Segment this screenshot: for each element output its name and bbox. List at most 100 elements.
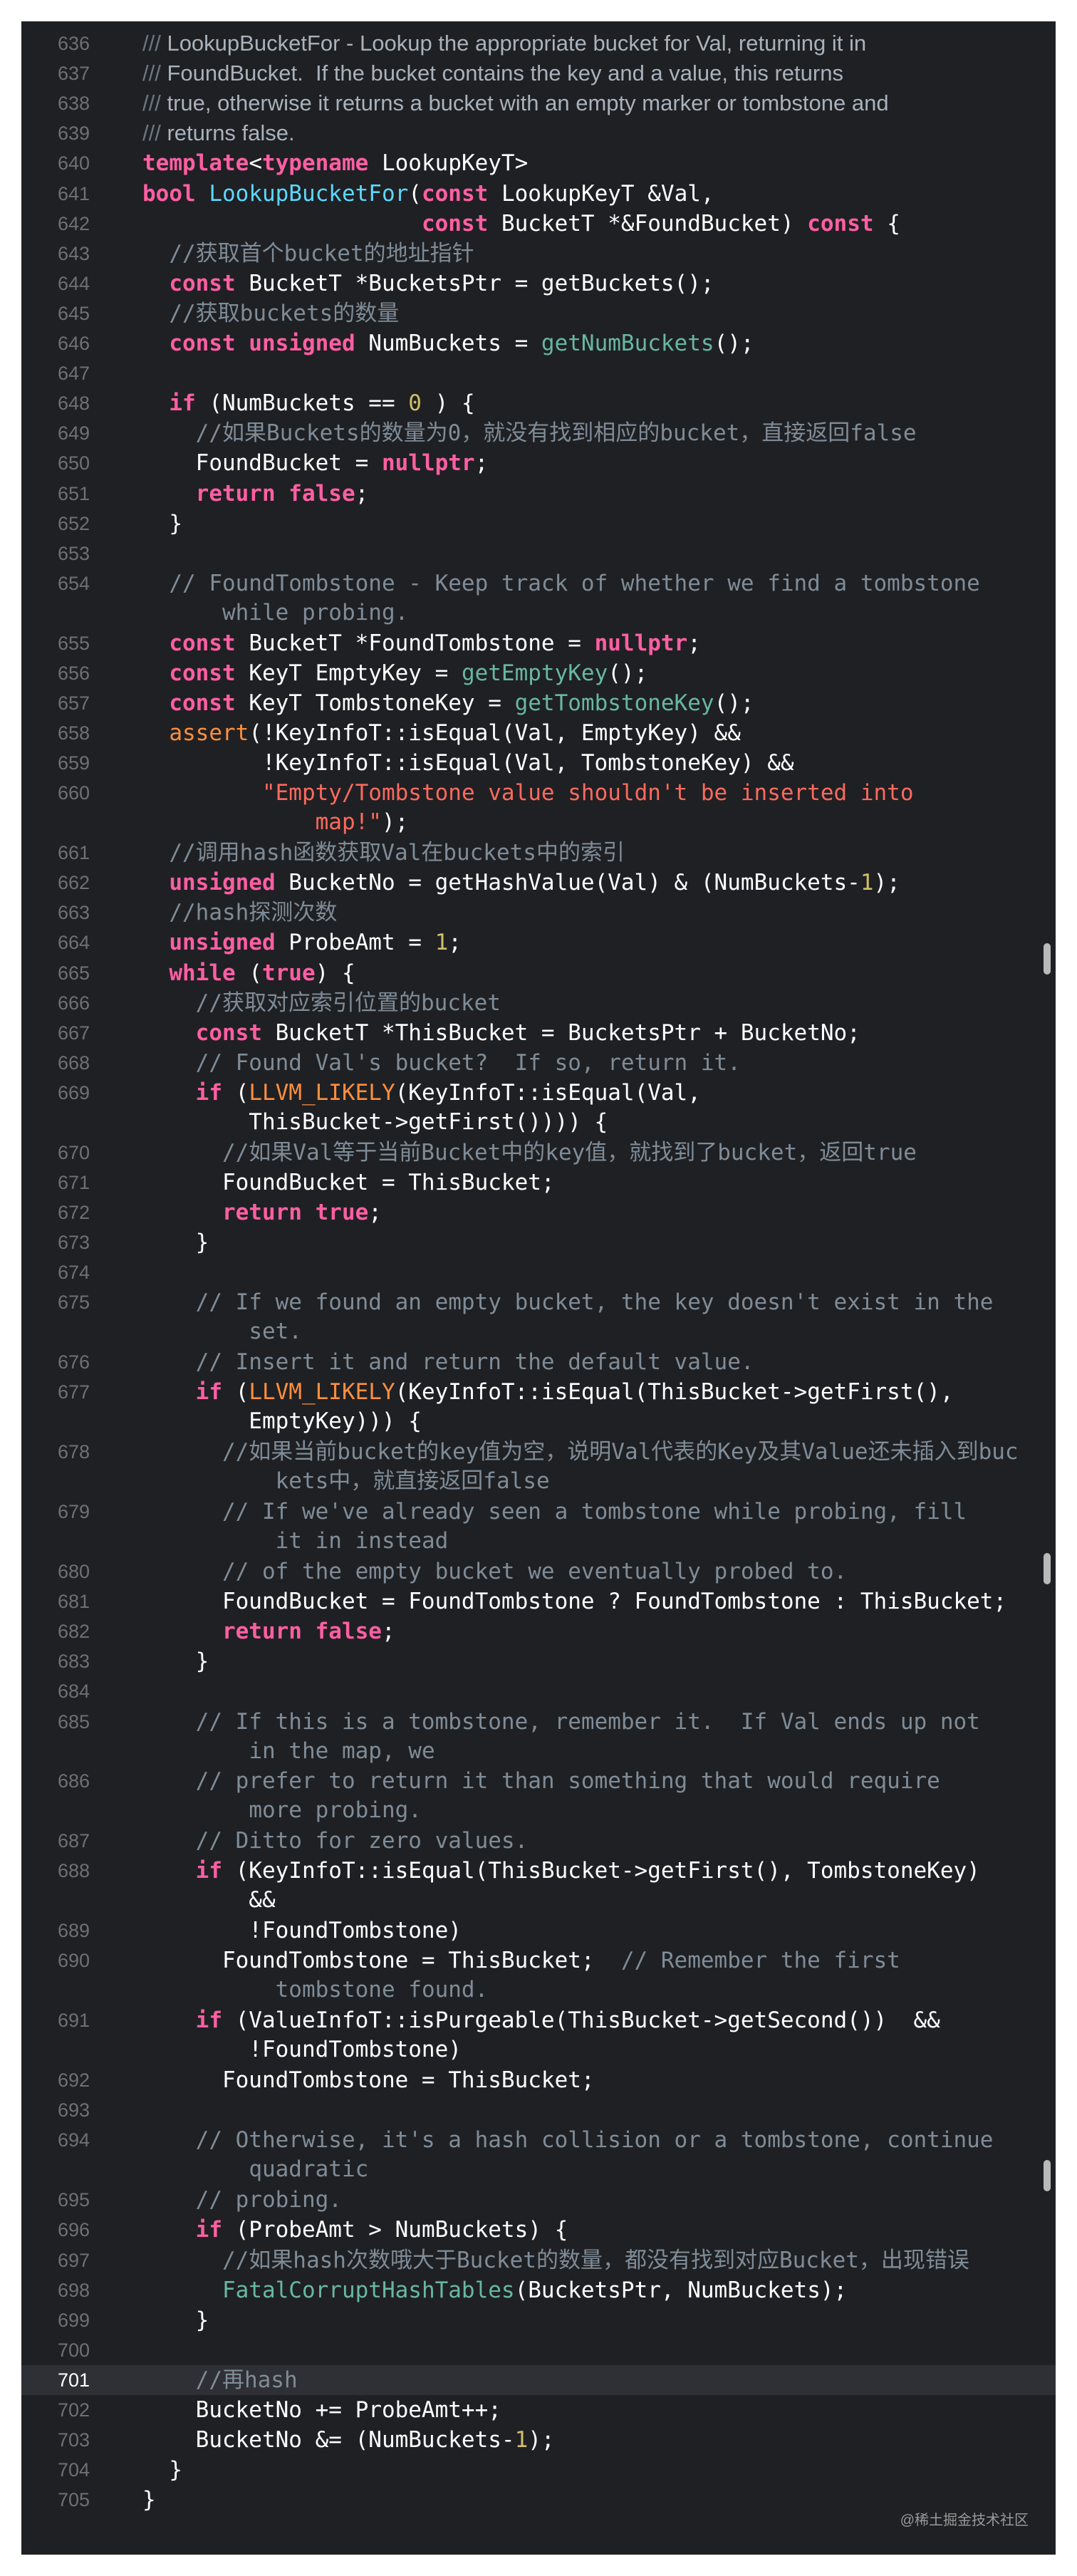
code-line[interactable]: 637 /// FoundBucket. If the bucket contai… [21, 58, 1056, 88]
code-line[interactable]: 664 unsigned ProbeAmt = 1; [21, 928, 1056, 957]
code-line[interactable]: 695 // probing. [21, 2185, 1056, 2215]
code-line[interactable]: 704 } [21, 2455, 1056, 2485]
code-text: //获取buckets的数量 [142, 298, 1056, 328]
code-line[interactable]: 667 const BucketT *ThisBucket = BucketsP… [21, 1018, 1056, 1048]
line-number: 667 [57, 1022, 90, 1044]
code-line[interactable]: 679 // If we've already seen a tombstone… [21, 1497, 1056, 1557]
code-line[interactable]: 669 if (LLVM_LIKELY(KeyInfoT::isEqual(Va… [21, 1078, 1056, 1138]
scroll-thumb[interactable] [1044, 1553, 1051, 1584]
scrollbar[interactable] [1039, 21, 1056, 2555]
code-line[interactable]: 685 // If this is a tombstone, remember … [21, 1707, 1056, 1767]
line-number: 638 [57, 93, 90, 115]
code-line[interactable]: 661 //调用hash函数获取Val在buckets中的索引 [21, 838, 1056, 868]
comment-token: // prefer to return it than something th… [195, 1768, 940, 1795]
line-number: 668 [57, 1051, 90, 1074]
code-line[interactable]: 638 /// true, otherwise it returns a buck… [21, 88, 1056, 118]
code-line[interactable]: 646 const unsigned NumBuckets = getNumBu… [21, 328, 1056, 358]
code-line[interactable]: 674 [21, 1257, 1056, 1287]
code-text: } [142, 2305, 1056, 2335]
code-token: ; [381, 1619, 395, 1645]
code-line[interactable]: 681 FoundBucket = FoundTombstone ? Found… [21, 1586, 1056, 1616]
code-line[interactable]: 683 } [21, 1646, 1056, 1676]
code-line[interactable]: 665 while (true) { [21, 958, 1056, 988]
code-line[interactable]: 677 if (LLVM_LIKELY(KeyInfoT::isEqual(Th… [21, 1377, 1056, 1437]
comment-token: // Found Val's bucket? If so, return it. [195, 1049, 741, 1076]
keyword-token: return false [195, 480, 355, 507]
line-number: 672 [57, 1202, 90, 1223]
code-line[interactable]: 697 //如果hash次数哦大于Bucket的数量，都没有找到对应Bucket… [21, 2245, 1056, 2275]
code-line[interactable]: 660 "Empty/Tombstone value shouldn't be … [21, 778, 1056, 838]
code-line[interactable]: 693 [21, 2095, 1056, 2125]
code-token: (NumBuckets == [195, 390, 409, 417]
code-line[interactable]: 639 /// returns false. [21, 118, 1056, 148]
code-token: (); [608, 660, 648, 686]
code-line[interactable]: 700 [21, 2335, 1056, 2365]
code-line[interactable]: 687 // Ditto for zero values. [21, 1826, 1056, 1856]
line-number: 702 [57, 2399, 90, 2421]
code-line[interactable]: 675 // If we found an empty bucket, the … [21, 1287, 1056, 1347]
code-text: //如果hash次数哦大于Bucket的数量，都没有找到对应Bucket，出现错… [142, 2245, 1056, 2275]
keyword-token: return true [222, 1200, 369, 1225]
code-line[interactable]: 647 [21, 358, 1056, 388]
code-line[interactable]: 656 const KeyT EmptyKey = getEmptyKey(); [21, 658, 1056, 688]
code-line[interactable]: 699 } [21, 2305, 1056, 2335]
code-line[interactable]: 670 //如果Val等于当前Bucket中的key值，就找到了bucket，返… [21, 1138, 1056, 1168]
code-line[interactable]: 651 return false; [21, 479, 1056, 509]
code-line[interactable]: 649 //如果Buckets的数量为0，就没有找到相应的bucket，直接返回… [21, 418, 1056, 448]
code-line[interactable]: 701 //再hash [21, 2364, 1056, 2395]
code-line[interactable]: 640 template<typename LookupKeyT> [21, 148, 1056, 178]
line-number: 660 [57, 782, 90, 804]
scroll-thumb[interactable] [1044, 2160, 1051, 2191]
code-line[interactable]: 644 const BucketT *BucketsPtr = getBucke… [21, 269, 1056, 298]
code-line[interactable]: 680 // of the empty bucket we eventually… [21, 1557, 1056, 1586]
code-line[interactable]: 642 const BucketT *&FoundBucket) const { [21, 209, 1056, 239]
code-line[interactable]: 694 // Otherwise, it's a hash collision … [21, 2125, 1056, 2185]
code-line[interactable]: 686 // prefer to return it than somethin… [21, 1766, 1056, 1826]
code-line[interactable]: 663 //hash探测次数 [21, 898, 1056, 928]
code-line[interactable]: 684 [21, 1676, 1056, 1706]
code-text: } [142, 1227, 1056, 1257]
code-text-wrapped: map!"); [142, 808, 1056, 838]
code-line[interactable]: 657 const KeyT TombstoneKey = getTombsto… [21, 688, 1056, 718]
code-line[interactable]: 662 unsigned BucketNo = getHashValue(Val… [21, 868, 1056, 898]
comment-token: // Remember the first [620, 1948, 900, 1974]
code-line[interactable]: 676 // Insert it and return the default … [21, 1347, 1056, 1377]
code-line[interactable]: 682 return false; [21, 1616, 1056, 1646]
code-line[interactable]: 658 assert(!KeyInfoT::isEqual(Val, Empty… [21, 718, 1056, 748]
code-line[interactable]: 678 //如果当前bucket的key值为空，说明Val代表的Key及其Val… [21, 1437, 1056, 1497]
code-line[interactable]: 650 FoundBucket = nullptr; [21, 448, 1056, 478]
code-line[interactable]: 671 FoundBucket = ThisBucket; [21, 1168, 1056, 1198]
code-line[interactable]: 652 } [21, 509, 1056, 539]
code-token: } [142, 2457, 182, 2483]
code-line[interactable]: 689 !FoundTombstone) [21, 1916, 1056, 1946]
code-line[interactable]: 692 FoundTombstone = ThisBucket; [21, 2065, 1056, 2095]
line-number: 686 [57, 1770, 90, 1792]
code-line[interactable]: 653 [21, 539, 1056, 568]
code-line[interactable]: 645 //获取buckets的数量 [21, 298, 1056, 328]
code-line[interactable]: 703 BucketNo &= (NumBuckets-1); [21, 2425, 1056, 2455]
code-line[interactable]: 648 if (NumBuckets == 0 ) { [21, 388, 1056, 418]
code-line[interactable]: 654 // FoundTombstone - Keep track of wh… [21, 568, 1056, 628]
code-line[interactable]: 636 /// LookupBucketFor - Lookup the appr… [21, 28, 1056, 58]
code-text: } [142, 509, 1056, 539]
code-line[interactable]: 668 // Found Val's bucket? If so, return… [21, 1048, 1056, 1078]
code-line[interactable]: 698 FatalCorruptHashTables(BucketsPtr, N… [21, 2275, 1056, 2305]
code-line[interactable]: 691 if (ValueInfoT::isPurgeable(ThisBuck… [21, 2005, 1056, 2065]
code-line[interactable]: 702 BucketNo += ProbeAmt++; [21, 2395, 1056, 2425]
code-line[interactable]: 655 const BucketT *FoundTombstone = null… [21, 628, 1056, 658]
code-editor[interactable]: 636 /// LookupBucketFor - Lookup the appr… [21, 21, 1056, 2555]
code-line[interactable]: 672 return true; [21, 1198, 1056, 1227]
code-line[interactable]: 659 !KeyInfoT::isEqual(Val, TombstoneKey… [21, 748, 1056, 778]
code-line[interactable]: 673 } [21, 1227, 1056, 1257]
code-line[interactable]: 643 //获取首个bucket的地址指针 [21, 239, 1056, 269]
code-line[interactable]: 666 //获取对应索引位置的bucket [21, 988, 1056, 1018]
scroll-thumb[interactable] [1044, 943, 1051, 975]
code-line[interactable]: 688 if (KeyInfoT::isEqual(ThisBucket->ge… [21, 1856, 1056, 1916]
code-line[interactable]: 641 bool LookupBucketFor(const LookupKeyT… [21, 179, 1056, 209]
code-line[interactable]: 690 FoundTombstone = ThisBucket; // Reme… [21, 1946, 1056, 2005]
code-line[interactable]: 696 if (ProbeAmt > NumBuckets) { [21, 2215, 1056, 2245]
